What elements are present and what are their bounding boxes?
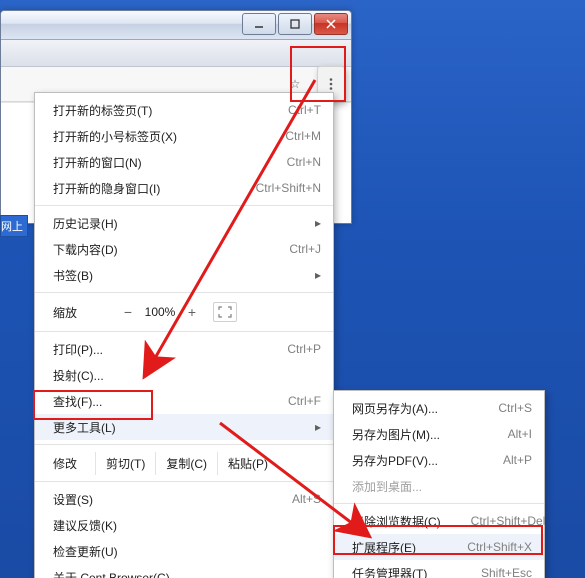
copy-button[interactable]: 复制(C) [155,452,217,475]
more-tools-submenu: 网页另存为(A)...Ctrl+S 另存为图片(M)...Alt+I 另存为PD… [333,390,545,578]
cut-button[interactable]: 剪切(T) [95,452,155,475]
zoom-value: 100% [139,305,181,319]
tab-strip[interactable] [1,40,351,67]
submenu-clear-data[interactable]: 清除浏览数据(C)Ctrl+Shift+Del [334,508,544,534]
menu-feedback[interactable]: 建议反馈(K) [35,512,333,538]
menu-new-incognito-window[interactable]: 打开新的隐身窗口(I)Ctrl+Shift+N [35,175,333,201]
menu-print[interactable]: 打印(P)...Ctrl+P [35,336,333,362]
submenu-add-desktop: 添加到桌面... [334,473,544,499]
minimize-button[interactable] [242,13,276,35]
menu-new-private-tab[interactable]: 打开新的小号标签页(X)Ctrl+M [35,123,333,149]
menu-new-window[interactable]: 打开新的窗口(N)Ctrl+N [35,149,333,175]
menu-check-update[interactable]: 检查更新(U) [35,538,333,564]
chevron-right-icon: ▸ [297,216,321,230]
paste-button[interactable]: 粘贴(P) [217,452,278,475]
chevron-right-icon: ▸ [297,268,321,282]
maximize-button[interactable] [278,13,312,35]
window-titlebar [1,11,351,40]
chevron-right-icon: ▸ [297,420,321,434]
submenu-save-pdf[interactable]: 另存为PDF(V)...Alt+P [334,447,544,473]
zoom-out-button[interactable]: − [117,304,139,320]
menu-bookmarks[interactable]: 书签(B)▸ [35,262,333,288]
submenu-task-manager[interactable]: 任务管理器(T)Shift+Esc [334,560,544,578]
menu-history[interactable]: 历史记录(H)▸ [35,210,333,236]
menu-find[interactable]: 查找(F)...Ctrl+F [35,388,333,414]
main-menu: 打开新的标签页(T)Ctrl+T 打开新的小号标签页(X)Ctrl+M 打开新的… [34,92,334,578]
fullscreen-button[interactable] [213,302,237,322]
menu-settings[interactable]: 设置(S)Alt+S [35,486,333,512]
menu-new-tab[interactable]: 打开新的标签页(T)Ctrl+T [35,97,333,123]
zoom-in-button[interactable]: + [181,304,203,320]
menu-more-tools[interactable]: 更多工具(L)▸ [35,414,333,440]
submenu-save-image[interactable]: 另存为图片(M)...Alt+I [334,421,544,447]
menu-zoom: 缩放 − 100% + [35,297,333,327]
menu-downloads[interactable]: 下载内容(D)Ctrl+J [35,236,333,262]
close-button[interactable] [314,13,348,35]
menu-cast[interactable]: 投射(C)... [35,362,333,388]
page-snippet: 网上 [0,215,28,237]
menu-edit: 修改 剪切(T) 复制(C) 粘贴(P) [35,449,333,477]
menu-about[interactable]: 关于 Cent Browser(C) [35,564,333,578]
three-dots-icon [324,77,338,91]
submenu-save-as[interactable]: 网页另存为(A)...Ctrl+S [334,395,544,421]
submenu-extensions[interactable]: 扩展程序(E)Ctrl+Shift+X [334,534,544,560]
